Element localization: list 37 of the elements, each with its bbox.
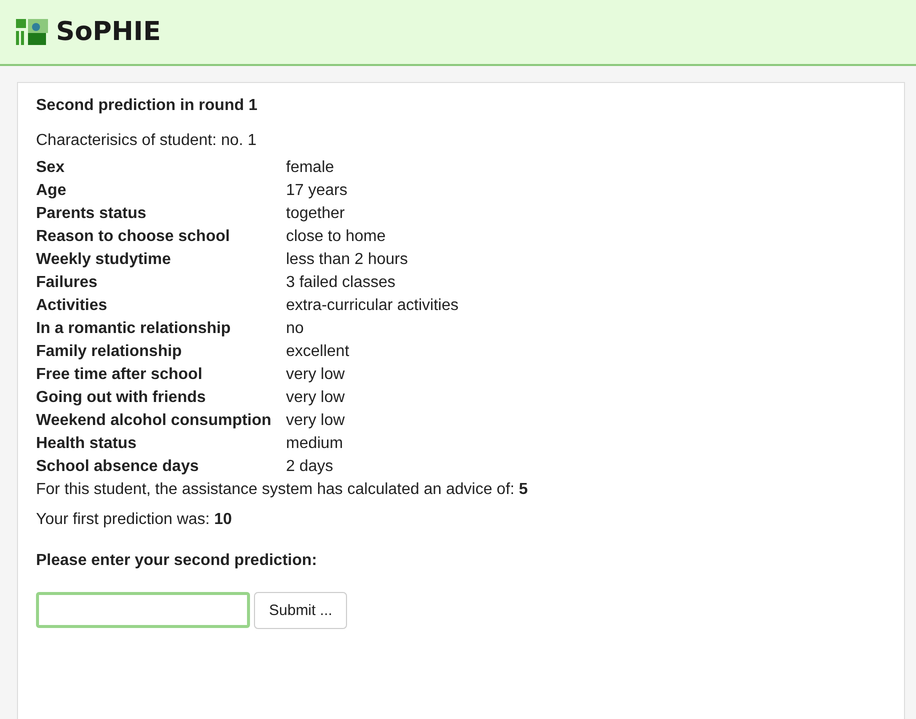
attribute-label: Activities — [36, 296, 108, 316]
attribute-label: Age — [36, 181, 68, 201]
attribute-label: Reason to choose school — [36, 227, 231, 247]
attribute-label: Weekly studytime — [36, 250, 172, 270]
attribute-value: close to home — [286, 227, 387, 247]
app-title: SoPHIE — [56, 17, 161, 47]
page-heading: Second prediction in round 1 — [36, 97, 258, 115]
submit-button[interactable]: Submit ... — [254, 592, 348, 629]
attribute-value: excellent — [286, 342, 350, 362]
attribute-value: 2 days — [286, 457, 334, 477]
attribute-value: less than 2 hours — [286, 250, 409, 270]
attribute-label: Failures — [36, 273, 98, 293]
first-prediction-text: Your first prediction was: 10 — [36, 511, 233, 529]
attribute-label: Health status — [36, 434, 138, 454]
attribute-label: In a romantic relationship — [36, 319, 232, 339]
attribute-value: very low — [286, 365, 346, 385]
attribute-value: 3 failed classes — [286, 273, 396, 293]
attribute-value: no — [286, 319, 305, 339]
attribute-label: Parents status — [36, 204, 148, 224]
attribute-label: Weekend alcohol consumption — [36, 411, 272, 431]
attribute-label: Free time after school — [36, 365, 204, 385]
prediction-input-field[interactable] — [36, 592, 250, 628]
attribute-value: together — [286, 204, 346, 224]
attribute-label: Sex — [36, 158, 66, 178]
attribute-value: very low — [286, 411, 346, 431]
attribute-value: very low — [286, 388, 346, 408]
attribute-value: medium — [286, 434, 344, 454]
prediction-prompt: Please enter your second prediction: — [36, 552, 318, 570]
attribute-value: 17 years — [286, 181, 348, 201]
attribute-label: Family relationship — [36, 342, 183, 362]
attribute-label: School absence days — [36, 457, 200, 477]
attribute-value: extra-curricular activities — [286, 296, 460, 316]
attribute-value: female — [286, 158, 336, 178]
student-subtitle: Characterisics of student: no. 1 — [36, 132, 258, 150]
advice-text: For this student, the assistance system has calculated an advice of: 5 — [36, 481, 529, 499]
people-logo-icon — [16, 19, 48, 45]
attribute-label: Going out with friends — [36, 388, 207, 408]
